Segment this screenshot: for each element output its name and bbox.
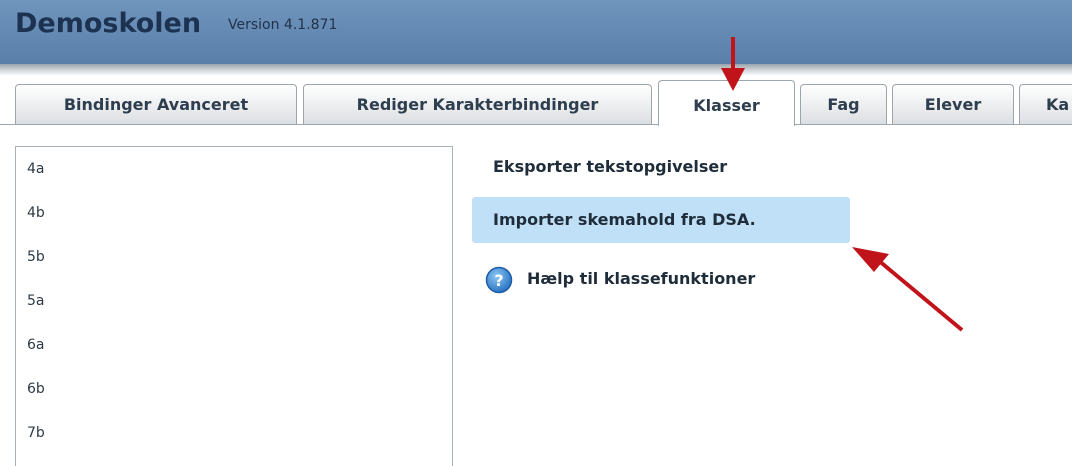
export-text-link[interactable]: Eksporter tekstopgivelser (493, 157, 727, 176)
svg-text:?: ? (494, 271, 503, 290)
class-list[interactable]: 4a 4b 5b 5a 6a 6b 7b (15, 146, 453, 466)
class-item-5a[interactable]: 5a (27, 293, 45, 309)
class-item-7b[interactable]: 7b (27, 425, 45, 441)
tab-klasser[interactable]: Klasser (658, 80, 795, 126)
app-header: Demoskolen Version 4.1.871 (0, 0, 1072, 64)
tab-ka[interactable]: Ka (1019, 84, 1072, 124)
tab-elever[interactable]: Elever (892, 84, 1014, 124)
header-shadow (0, 64, 1072, 76)
class-item-6b[interactable]: 6b (27, 381, 45, 397)
help-link[interactable]: Hælp til klassefunktioner (527, 269, 755, 288)
arrow-to-import-button (852, 247, 964, 332)
app-title: Demoskolen (15, 8, 202, 39)
help-icon[interactable]: ? (485, 266, 513, 294)
tab-fag[interactable]: Fag (800, 84, 887, 124)
app-version: Version 4.1.871 (228, 17, 338, 33)
class-item-5b[interactable]: 5b (27, 249, 45, 265)
tab-rediger-karakterbindinger[interactable]: Rediger Karakterbindinger (303, 84, 652, 124)
tab-bindinger-avanceret[interactable]: Bindinger Avanceret (15, 84, 297, 124)
class-item-4a[interactable]: 4a (27, 161, 45, 177)
class-item-4b[interactable]: 4b (27, 205, 45, 221)
import-dsa-label[interactable]: Importer skemahold fra DSA. (493, 210, 756, 229)
tab-bar-divider (0, 124, 1072, 125)
class-item-6a[interactable]: 6a (27, 337, 45, 353)
